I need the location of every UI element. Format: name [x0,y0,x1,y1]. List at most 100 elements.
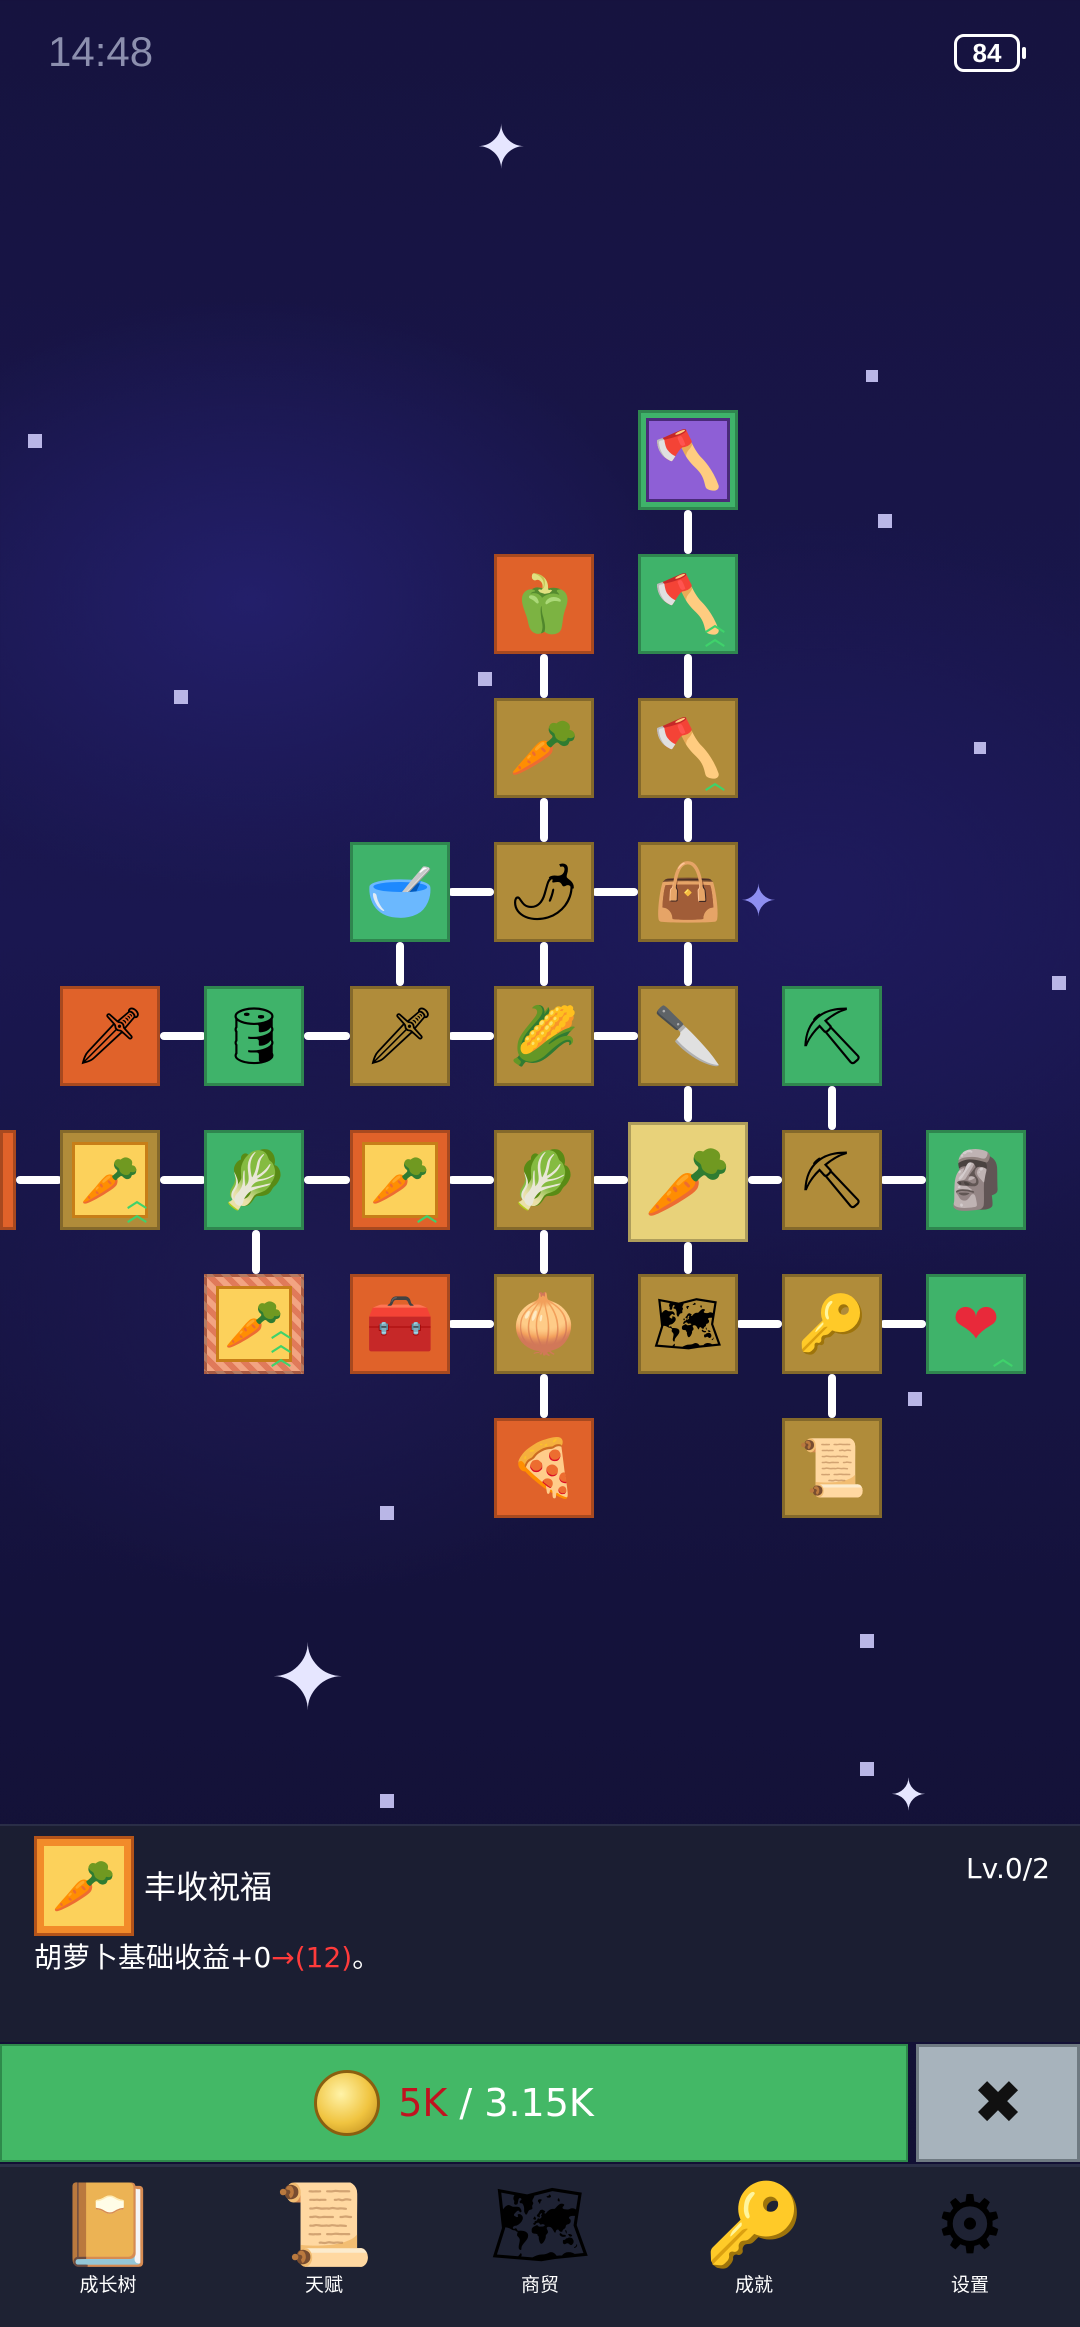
pizza-icon: 🍕 [509,1436,579,1501]
upgrade-chevron-icon: ︿ [705,770,725,794]
sword-icon: 🗡 [364,1004,436,1069]
upgrade-chevron-icon: ︿ [993,1346,1013,1370]
nav-item-growth-tree[interactable]: 📔 成长树 [38,2180,178,2297]
tree-connector [448,1176,494,1184]
map-icon: 🗺 [489,2178,591,2271]
tree-node-offscreen[interactable] [0,1130,16,1230]
nav-label: 成长树 [79,2274,137,2296]
tree-connector [828,1374,836,1418]
tree-node-carrot-boost-2[interactable]: 🥕 ︿ [350,1130,450,1230]
close-icon: ✖ [972,2068,1024,2138]
tree-connector [592,1176,628,1184]
cabbage-icon: 🥬 [509,1148,579,1213]
tree-connector [684,510,692,554]
sparkle-icon: ✦ [890,1770,927,1821]
tree-node-statue[interactable]: 🗿 [926,1130,1026,1230]
tree-node-sword-1[interactable]: 🗡 [60,986,160,1086]
tree-connector [540,1374,548,1418]
knife-icon: 🔪 [653,1004,723,1069]
tree-node-pot[interactable]: 🥣 [350,842,450,942]
carrot-icon: 🥕 [51,1856,117,1917]
tree-node-chili[interactable]: 🌶 [494,842,594,942]
tree-node-radish[interactable]: 🥕 [494,698,594,798]
barrel-icon: 🛢 [218,1004,290,1069]
pickaxe-icon: ⛏ [796,1148,868,1213]
nav-item-achievements[interactable]: 🔑 成就 [684,2180,824,2297]
nav-label: 设置 [950,2274,989,2296]
carrot-icon: 🥕 [370,1152,430,1209]
tree-node-cabbage-2[interactable]: 🥬 [494,1130,594,1230]
tree-connector [540,654,548,698]
star [28,434,42,448]
tree-connector [880,1176,926,1184]
tree-connector [684,942,692,986]
tree-node-shovel-2[interactable]: 🪓 ︿ ︿ [638,554,738,654]
tree-node-bag[interactable]: 👜 [638,842,738,942]
tree-node-carrot-boost-1[interactable]: 🥕 ︿ ︿ [60,1130,160,1230]
star [478,672,492,686]
tree-node-cabbage-1[interactable]: 🥬 [204,1130,304,1230]
tree-node-shovel-1[interactable]: 🪓 ︿ [638,698,738,798]
star [908,1392,922,1406]
carrot-icon: 🥕 [644,1140,732,1223]
tree-connector [304,1176,350,1184]
scroll-icon: 📜 [274,2178,374,2271]
tree-node-carrot-center[interactable]: 🥕 [628,1122,748,1242]
tree-node-map[interactable]: 🗺 [638,1274,738,1374]
upgrade-cost: 5K / 3.15K [398,2081,594,2125]
nav-item-trade[interactable]: 🗺 商贸 [470,2180,610,2297]
tree-connector [828,1086,836,1130]
upgrade-button[interactable]: 5K / 3.15K [0,2044,908,2162]
star [174,690,188,704]
coins-owned: 3.15K [484,2081,594,2125]
tree-node-carrot-boost-selected[interactable]: 🥕 ︿ ︿ ︿ [204,1274,304,1374]
tree-node-leek[interactable]: 🧅 [494,1274,594,1374]
map-icon: 🗺 [652,1292,724,1357]
star [878,514,892,528]
tree-node-key[interactable]: 🔑 [782,1274,882,1374]
tree-node-heart[interactable]: ❤ ︿ [926,1274,1026,1374]
sparkle-icon: ✦ [476,113,527,183]
tree-connector [748,1176,782,1184]
chest-icon: 🧰 [365,1292,435,1357]
tree-connector [304,1032,350,1040]
statue-icon: 🗿 [941,1148,1011,1213]
skill-level: Lv.0/2 [966,1852,1050,1885]
skill-icon: 🥕 [34,1836,134,1936]
desc-arrow: → [271,1941,295,1974]
skill-description: 胡萝卜基础收益+0→(12)。 [34,1936,380,1976]
tree-node-pizza[interactable]: 🍕 [494,1418,594,1518]
tree-connector [880,1320,926,1328]
nav-item-talent[interactable]: 📜 天赋 [254,2180,394,2297]
tree-connector [160,1176,206,1184]
star [860,1634,874,1648]
sword-icon: 🗡 [74,1004,146,1069]
close-button[interactable]: ✖ [916,2044,1080,2162]
pickaxe-icon: ⛏ [796,1004,868,1069]
tree-connector [592,1032,638,1040]
tree-node-chest[interactable]: 🧰 [350,1274,450,1374]
cabbage-icon: 🥬 [219,1148,289,1213]
tree-node-knife[interactable]: 🔪 [638,986,738,1086]
nav-item-settings[interactable]: ⚙ 设置 [900,2180,1040,2297]
tree-node-pepper[interactable]: 🫑 [494,554,594,654]
cost-separator: / [447,2081,485,2125]
desc-value: (12) [294,1941,353,1974]
tree-connector [16,1176,62,1184]
tree-node-corn[interactable]: 🌽 [494,986,594,1086]
tree-node-pickaxe-2[interactable]: ⛏ [782,1130,882,1230]
shovel-icon: 🪓 [653,428,723,493]
tree-node-barrel[interactable]: 🛢 [204,986,304,1086]
tree-node-scroll[interactable]: 📜 [782,1418,882,1518]
tree-node-pickaxe-1[interactable]: ⛏ [782,986,882,1086]
star [380,1506,394,1520]
tree-node-shovel-purple[interactable]: 🪓 [638,410,738,510]
tree-node-sword-2[interactable]: 🗡 [350,986,450,1086]
tree-connector [684,654,692,698]
key-icon: 🔑 [704,2178,804,2271]
star [860,1762,874,1776]
upgrade-chevron-icon: ︿ ︿ ︿ [271,1318,291,1370]
scroll-icon: 📜 [797,1436,867,1501]
tree-connector [540,798,548,842]
pot-icon: 🥣 [365,860,435,925]
